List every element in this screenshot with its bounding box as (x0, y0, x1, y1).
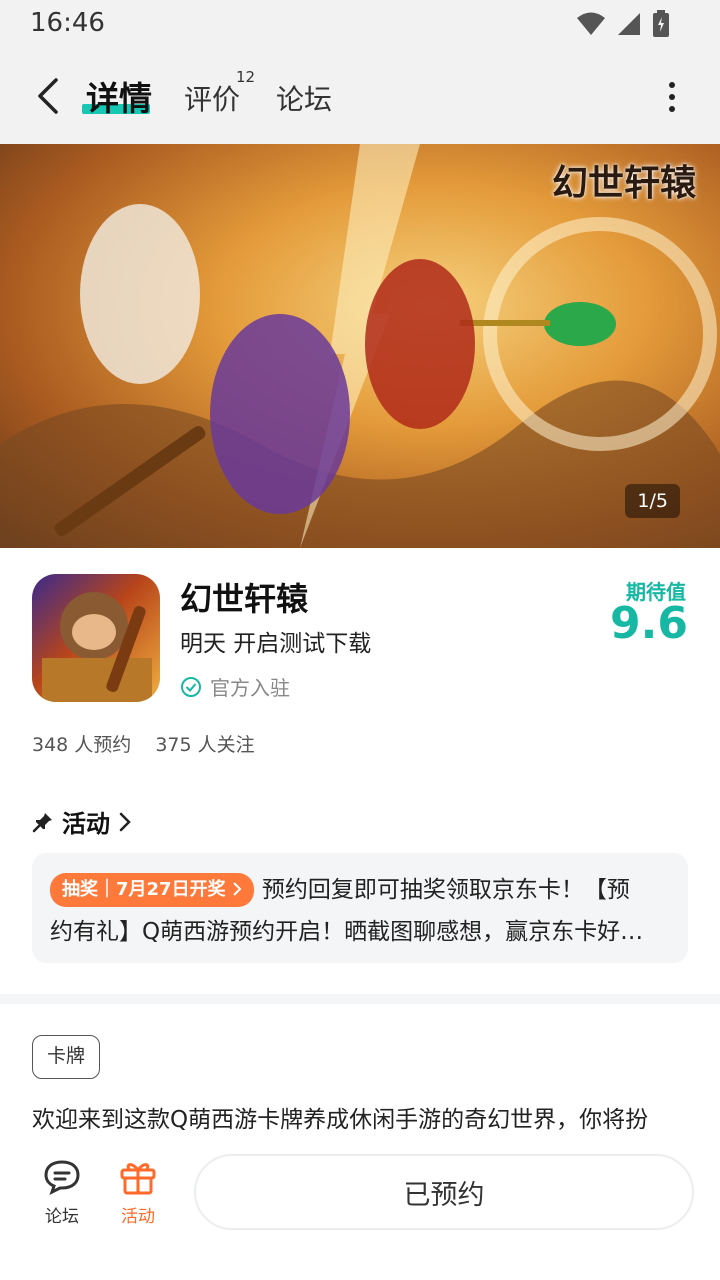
forum-button[interactable]: 论坛 (32, 1158, 92, 1227)
wifi-icon (577, 12, 605, 35)
status-bar: 16:46 (0, 0, 720, 48)
reserved-button[interactable]: 已预约 (194, 1154, 694, 1230)
banner-carousel[interactable]: 幻世轩辕 1/5 (0, 144, 720, 548)
banner-game-logo: 幻世轩辕 (551, 162, 696, 204)
tab-details[interactable]: 详情 (86, 72, 152, 120)
tab-reviews[interactable]: 评价 (184, 78, 240, 118)
status-time: 16:46 (30, 8, 105, 38)
stats-row: 348 人预约 375 人关注 (32, 730, 255, 757)
genre-tag[interactable]: 卡牌 (32, 1035, 101, 1079)
reservation-count: 348 人预约 (32, 734, 132, 756)
gift-icon (120, 1163, 156, 1195)
expectation-score: 9.6 (610, 598, 688, 649)
chevron-right-icon (233, 882, 242, 896)
game-description: 欢迎来到这款Q萌西游卡牌养成休闲手游的奇幻世界，你将扮 (32, 1107, 649, 1133)
chevron-right-icon (119, 812, 131, 831)
banner-page-counter: 1/5 (625, 484, 680, 518)
verified-check-icon (181, 676, 201, 697)
status-icons (576, 10, 670, 38)
more-options-button[interactable] (664, 82, 680, 112)
app-icon (32, 574, 160, 702)
activity-button-label: 活动 (121, 1207, 155, 1227)
lottery-tag[interactable]: 抽奖｜7月27日开奖 (50, 873, 254, 907)
follower-count: 375 人关注 (155, 734, 255, 756)
chevron-left-icon (38, 78, 58, 114)
activity-text-line1: 预约回复即可抽奖领取京东卡！【预 (261, 877, 630, 903)
lottery-tag-label: 抽奖｜7月27日开奖 (62, 879, 226, 900)
back-button[interactable] (30, 76, 66, 116)
forum-button-label: 论坛 (45, 1207, 79, 1227)
app-icon-art (42, 592, 152, 702)
official-badge: 官方入驻 (180, 672, 290, 701)
app-release-status: 明天 开启测试下载 (180, 631, 372, 657)
pin-icon (32, 812, 52, 832)
chat-bubble-icon (44, 1160, 80, 1195)
activity-header[interactable]: 活动 (32, 804, 132, 839)
app-title: 幻世轩辕 (180, 580, 309, 618)
activity-card[interactable]: 抽奖｜7月27日开奖 预约回复即可抽奖领取京东卡！【预 约有礼】Q萌西游预约开启… (32, 853, 688, 963)
activity-text-line2: 约有礼】Q萌西游预约开启！晒截图聊感想，赢京东卡好… (50, 919, 644, 945)
section-divider (0, 994, 720, 1004)
bottom-action-bar: 论坛 活动 已预约 (0, 1140, 720, 1280)
activity-header-label: 活动 (62, 810, 110, 838)
battery-icon (653, 10, 669, 37)
reviews-count-badge: 12 (236, 68, 256, 86)
official-label: 官方入驻 (210, 676, 290, 700)
signal-icon (618, 13, 640, 35)
activity-button[interactable]: 活动 (108, 1158, 168, 1227)
tab-forum[interactable]: 论坛 (276, 78, 332, 118)
